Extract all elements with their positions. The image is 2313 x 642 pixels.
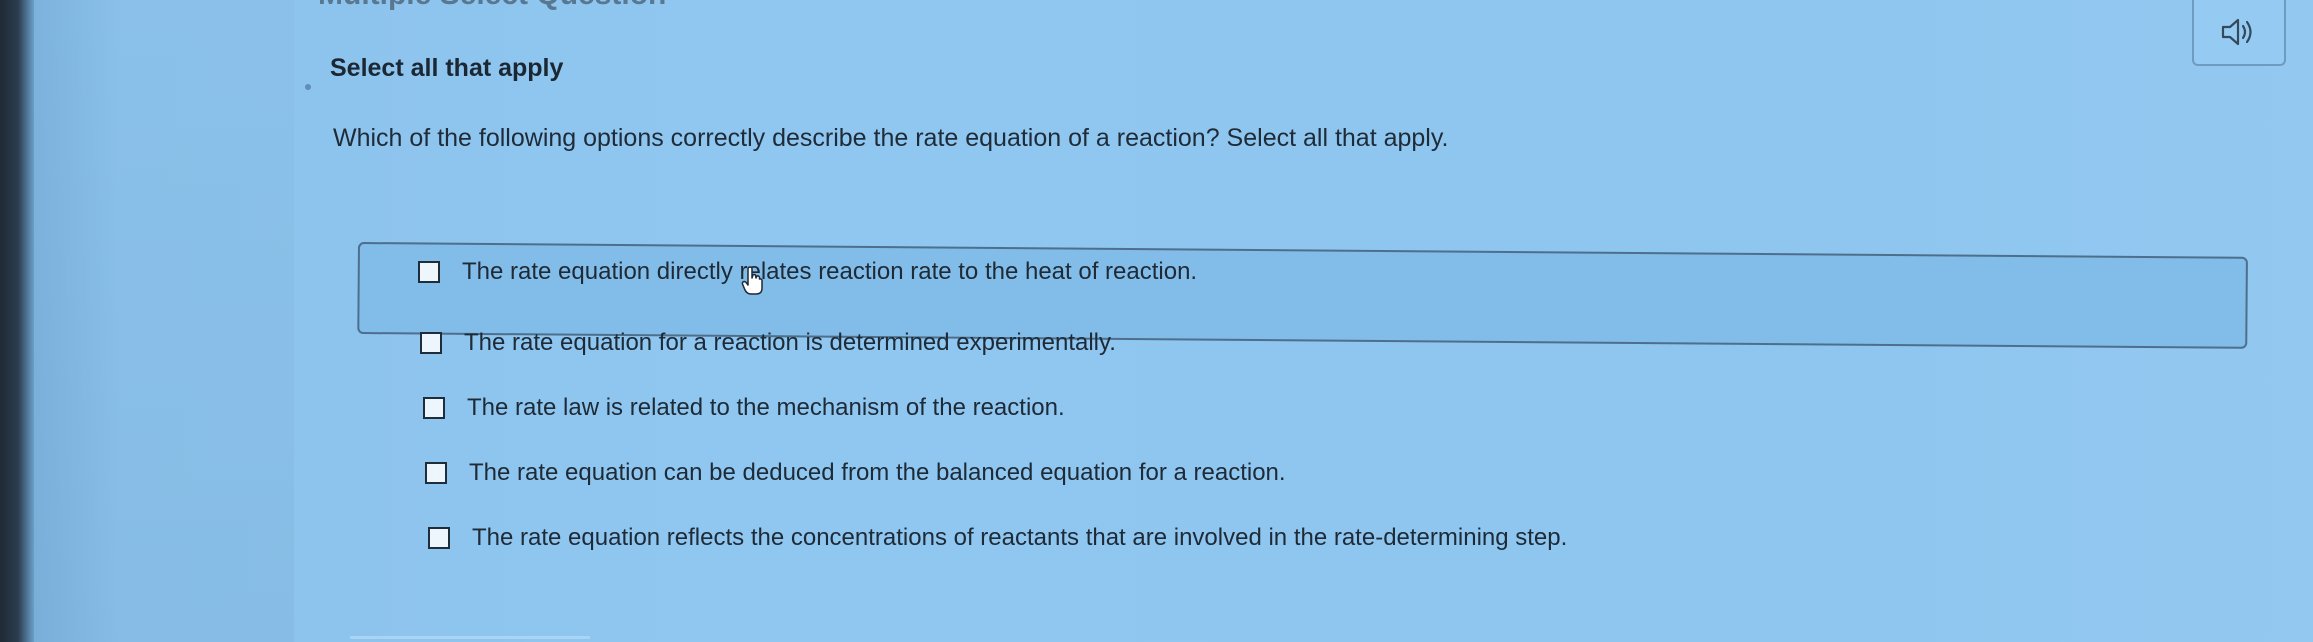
option-2-checkbox[interactable] (420, 332, 442, 354)
option-2-label: The rate equation for a reaction is dete… (464, 329, 1116, 356)
option-5-label: The rate equation reflects the concentra… (472, 524, 1568, 551)
option-5-checkbox[interactable] (428, 527, 450, 549)
option-3-label: The rate law is related to the mechanism… (467, 394, 1065, 421)
left-panel (34, 0, 294, 642)
option-5[interactable]: The rate equation reflects the concentra… (428, 524, 1567, 552)
option-4[interactable]: The rate equation can be deduced from th… (425, 459, 1286, 487)
speaker-icon (2221, 18, 2252, 46)
read-aloud-button[interactable] (2192, 0, 2286, 66)
option-3-checkbox[interactable] (423, 397, 445, 419)
option-1[interactable]: The rate equation directly relates react… (418, 258, 1197, 286)
question-type-title: Multiple Select Question (318, 0, 666, 12)
divider-line (350, 636, 590, 639)
hand-cursor-icon (741, 266, 763, 295)
option-3[interactable]: The rate law is related to the mechanism… (423, 394, 1065, 422)
option-4-label: The rate equation can be deduced from th… (469, 459, 1286, 486)
option-1-checkbox[interactable] (418, 261, 440, 283)
decorative-dot (305, 84, 311, 90)
option-2[interactable]: The rate equation for a reaction is dete… (420, 329, 1116, 357)
question-text: Which of the following options correctly… (333, 124, 1449, 152)
option-1-label: The rate equation directly relates react… (462, 258, 1198, 285)
option-4-checkbox[interactable] (425, 462, 447, 484)
instruction-text: Select all that apply (330, 54, 564, 82)
